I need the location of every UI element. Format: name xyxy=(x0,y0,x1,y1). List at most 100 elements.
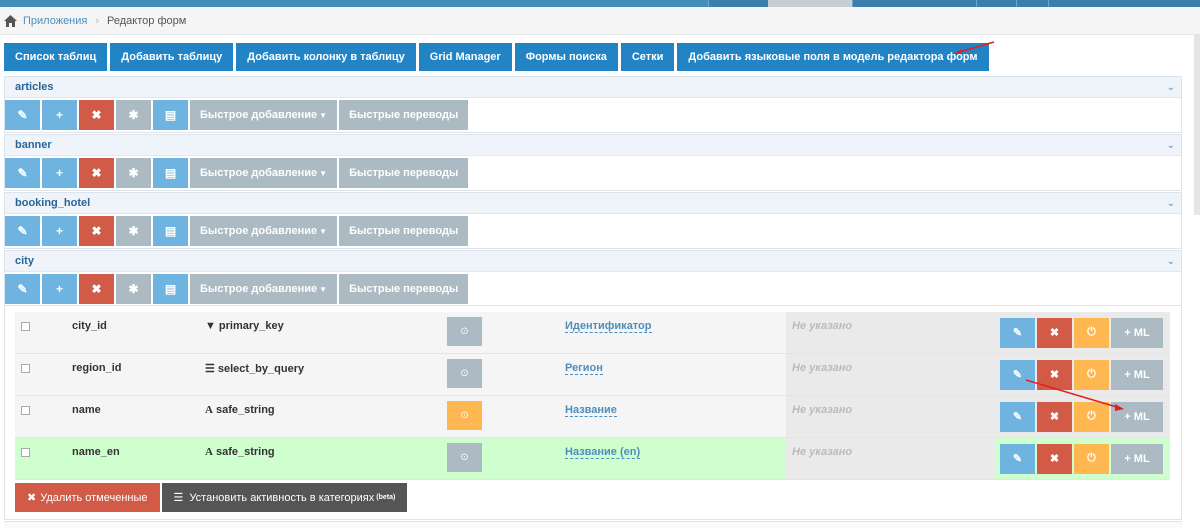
pencil-icon: ✎ xyxy=(17,166,28,180)
plus-icon: + xyxy=(55,224,63,238)
row-checkbox[interactable] xyxy=(21,406,30,415)
status-toggle-button[interactable]: ⊙ xyxy=(447,317,482,346)
asterisk-button[interactable]: ✱ xyxy=(116,158,151,188)
navbar-segment[interactable] xyxy=(708,0,768,7)
quick-translations-button[interactable]: Быстрые переводы xyxy=(339,100,469,130)
navbar-segment[interactable] xyxy=(1016,0,1048,7)
row-delete-button[interactable]: ✖ xyxy=(1037,401,1072,432)
home-icon[interactable] xyxy=(4,14,18,27)
panel-header[interactable]: articles ⌄ xyxy=(5,77,1181,98)
panel-title[interactable]: articles xyxy=(15,81,54,93)
row-actions: ✎ ✖ ⏻ + ML xyxy=(996,396,1170,437)
delete-button[interactable]: ✖ xyxy=(79,216,114,246)
add-button[interactable]: + xyxy=(42,216,77,246)
edit-button[interactable]: ✎ xyxy=(5,100,40,130)
list-button[interactable]: ▤ xyxy=(153,216,188,246)
row-checkbox[interactable] xyxy=(21,364,30,373)
asterisk-button[interactable]: ✱ xyxy=(116,216,151,246)
row-power-button[interactable]: ⏻ xyxy=(1074,317,1109,348)
ml-label: ML xyxy=(1133,452,1150,465)
chevron-down-icon[interactable]: ⌄ xyxy=(1167,198,1175,209)
panel-header[interactable]: banner ⌄ xyxy=(5,135,1181,156)
field-type-label: primary_key xyxy=(218,320,284,332)
row-add-ml-button[interactable]: + ML xyxy=(1111,317,1163,348)
delete-button[interactable]: ✖ xyxy=(79,274,114,304)
quick-add-dropdown[interactable]: Быстрое добавление ▼ xyxy=(190,100,338,130)
add-button[interactable]: + xyxy=(42,274,77,304)
row-edit-button[interactable]: ✎ xyxy=(1000,317,1035,348)
breadcrumb-parent-link[interactable]: Приложения xyxy=(23,15,87,27)
panel-toolbar: ✎ + ✖ ✱ ▤ Быстрое добавление ▼ Быстрые пе… xyxy=(5,214,1181,248)
quick-add-dropdown[interactable]: Быстрое добавление ▼ xyxy=(190,274,338,304)
navbar-segment[interactable] xyxy=(1048,0,1200,7)
asterisk-button[interactable]: ✱ xyxy=(116,100,151,130)
tab-add-language-fields[interactable]: Добавить языковые поля в модель редактор… xyxy=(677,43,989,71)
status-toggle-button[interactable]: ⊙ xyxy=(447,401,482,430)
navbar-segment[interactable] xyxy=(976,0,1016,7)
field-title-link[interactable]: Название xyxy=(565,404,617,417)
chevron-down-icon[interactable]: ⌄ xyxy=(1167,140,1175,151)
row-power-button[interactable]: ⏻ xyxy=(1074,401,1109,432)
list-button[interactable]: ▤ xyxy=(153,100,188,130)
row-edit-button[interactable]: ✎ xyxy=(1000,443,1035,474)
field-title-link[interactable]: Идентификатор xyxy=(565,320,652,333)
tab-add-column[interactable]: Добавить колонку в таблицу xyxy=(236,43,416,71)
pencil-icon: ✎ xyxy=(17,224,28,238)
chevron-down-icon[interactable]: ⌄ xyxy=(1167,82,1175,93)
row-checkbox[interactable] xyxy=(21,322,30,331)
chevron-down-icon[interactable]: ⌄ xyxy=(1167,256,1175,267)
field-title-link[interactable]: Название (en) xyxy=(565,446,641,459)
delete-button[interactable]: ✖ xyxy=(79,100,114,130)
row-checkbox[interactable] xyxy=(21,448,30,457)
field-type: Asafe_string xyxy=(205,404,275,416)
row-delete-button[interactable]: ✖ xyxy=(1037,317,1072,348)
delete-button[interactable]: ✖ xyxy=(79,158,114,188)
quick-translations-button[interactable]: Быстрые переводы xyxy=(339,274,469,304)
navbar-segment[interactable] xyxy=(852,0,976,7)
quick-add-dropdown[interactable]: Быстрое добавление ▼ xyxy=(190,216,338,246)
row-power-button[interactable]: ⏻ xyxy=(1074,359,1109,390)
edit-button[interactable]: ✎ xyxy=(5,158,40,188)
set-activity-button[interactable]: ☰ Установить активность в категориях (beta… xyxy=(161,483,408,512)
row-edit-button[interactable]: ✎ xyxy=(1000,359,1035,390)
status-toggle-button[interactable]: ⊙ xyxy=(447,359,482,388)
field-type: ▼ primary_key xyxy=(205,320,284,332)
list-button[interactable]: ▤ xyxy=(153,158,188,188)
panel-header[interactable]: booking_hotel ⌄ xyxy=(5,193,1181,214)
close-icon: ✖ xyxy=(1049,411,1060,423)
quick-add-dropdown[interactable]: Быстрое добавление ▼ xyxy=(190,158,338,188)
quick-translations-button[interactable]: Быстрые переводы xyxy=(339,216,469,246)
row-add-ml-button[interactable]: + ML xyxy=(1111,359,1163,390)
add-button[interactable]: + xyxy=(42,158,77,188)
delete-checked-button[interactable]: ✖ Удалить отмеченные xyxy=(15,483,160,512)
panel-title[interactable]: banner xyxy=(15,139,52,151)
filter-icon: ▼ xyxy=(205,320,216,332)
tab-grid-manager[interactable]: Grid Manager xyxy=(418,43,512,71)
row-delete-button[interactable]: ✖ xyxy=(1037,443,1072,474)
tab-add-table[interactable]: Добавить таблицу xyxy=(110,43,234,71)
navbar-segment[interactable] xyxy=(768,0,852,7)
row-add-ml-button[interactable]: + ML xyxy=(1111,443,1163,474)
status-toggle-button[interactable]: ⊙ xyxy=(447,443,482,472)
list-button[interactable]: ▤ xyxy=(153,274,188,304)
row-power-button[interactable]: ⏻ xyxy=(1074,443,1109,474)
tab-table-list[interactable]: Список таблиц xyxy=(4,43,108,71)
ml-label: ML xyxy=(1133,410,1150,423)
quick-translations-button[interactable]: Быстрые переводы xyxy=(339,158,469,188)
power-icon: ⏻ xyxy=(1087,410,1096,422)
plus-icon: + xyxy=(1124,452,1134,465)
asterisk-button[interactable]: ✱ xyxy=(116,274,151,304)
edit-button[interactable]: ✎ xyxy=(5,216,40,246)
panel-title[interactable]: city xyxy=(15,255,34,267)
tab-search-forms[interactable]: Формы поиска xyxy=(514,43,618,71)
edit-button[interactable]: ✎ xyxy=(5,274,40,304)
panel-header[interactable]: city ⌄ xyxy=(5,251,1181,272)
tab-grids[interactable]: Сетки xyxy=(620,43,675,71)
field-title-link[interactable]: Регион xyxy=(565,362,603,375)
scrollbar[interactable] xyxy=(1194,35,1200,215)
row-delete-button[interactable]: ✖ xyxy=(1037,359,1072,390)
row-add-ml-button[interactable]: + ML xyxy=(1111,401,1163,432)
row-edit-button[interactable]: ✎ xyxy=(1000,401,1035,432)
add-button[interactable]: + xyxy=(42,100,77,130)
panel-title[interactable]: booking_hotel xyxy=(15,197,90,209)
